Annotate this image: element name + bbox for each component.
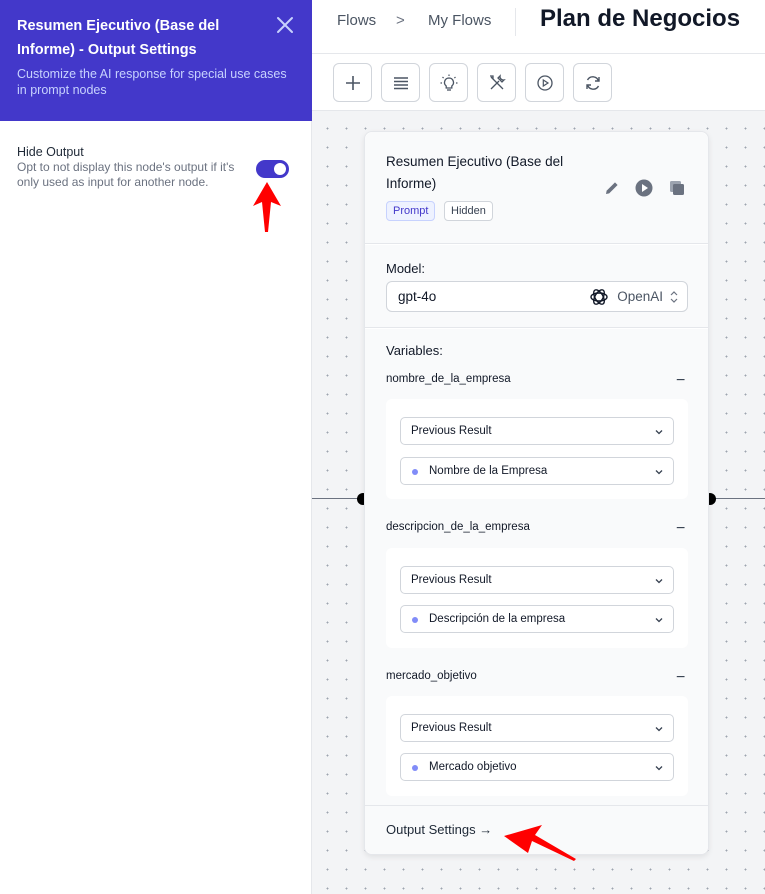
chevron-down-icon bbox=[655, 618, 663, 623]
value-dropdown[interactable]: Nombre de la Empresa bbox=[400, 457, 674, 485]
variable-box: Previous Result Descripción de la empres… bbox=[386, 548, 688, 648]
chevron-updown-icon bbox=[670, 291, 678, 303]
source-dropdown[interactable]: Previous Result bbox=[400, 566, 674, 594]
page-title: Plan de Negocios bbox=[540, 5, 741, 32]
model-provider: OpenAI bbox=[617, 289, 663, 304]
list-icon bbox=[393, 76, 408, 89]
panel-subtitle: Customize the AI response for special us… bbox=[17, 67, 287, 97]
openai-logo-icon bbox=[590, 289, 608, 305]
model-label: Model: bbox=[386, 261, 426, 276]
play-icon[interactable] bbox=[634, 178, 654, 198]
setting-title: Hide Output bbox=[17, 145, 84, 159]
refresh-icon bbox=[585, 75, 600, 90]
panel-title: Resumen Ejecutivo (Base del Informe) - O… bbox=[17, 18, 220, 58]
dot-icon bbox=[412, 469, 418, 475]
chevron-down-icon bbox=[655, 766, 663, 771]
chevron-down-icon bbox=[655, 470, 663, 475]
breadcrumb-separator: > bbox=[396, 12, 405, 29]
hide-output-toggle[interactable] bbox=[256, 160, 289, 178]
variables-label: Variables: bbox=[386, 343, 443, 358]
source-dropdown[interactable]: Previous Result bbox=[400, 417, 674, 445]
setting-description: Opt to not display this node's output if… bbox=[17, 160, 235, 189]
play-circle-icon bbox=[536, 74, 553, 91]
prompt-node[interactable]: Resumen Ejecutivo (Base del Informe) Pro… bbox=[364, 131, 709, 855]
variable-name: mercado_objetivo bbox=[386, 670, 477, 682]
list-button[interactable] bbox=[381, 63, 420, 102]
toggle-knob bbox=[274, 163, 286, 175]
source-dropdown[interactable]: Previous Result bbox=[400, 714, 674, 742]
annotation-arrow-up bbox=[253, 182, 281, 232]
breadcrumb-my-flows[interactable]: My Flows bbox=[428, 12, 491, 29]
model-value: gpt-4o bbox=[398, 289, 437, 304]
chevron-down-icon bbox=[655, 727, 663, 732]
run-button[interactable] bbox=[525, 63, 564, 102]
variable-box: Previous Result Nombre de la Empresa bbox=[386, 399, 688, 499]
dropdown-value: Mercado objetivo bbox=[429, 761, 517, 773]
node-header: Resumen Ejecutivo (Base del Informe) Pro… bbox=[365, 132, 708, 244]
dot-icon bbox=[412, 765, 418, 771]
output-settings-panel: Resumen Ejecutivo (Base del Informe) - O… bbox=[0, 0, 312, 894]
dropdown-value: Previous Result bbox=[411, 722, 492, 734]
dropdown-value: Descripción de la empresa bbox=[429, 613, 566, 625]
close-icon[interactable] bbox=[276, 16, 294, 34]
plus-icon bbox=[345, 75, 360, 90]
tools-button[interactable] bbox=[477, 63, 516, 102]
variable-name: nombre_de_la_empresa bbox=[386, 373, 511, 385]
collapse-button[interactable]: − bbox=[676, 521, 685, 537]
dropdown-value: Previous Result bbox=[411, 425, 492, 437]
dot-icon bbox=[412, 617, 418, 623]
duplicate-icon[interactable] bbox=[667, 178, 687, 198]
edit-icon[interactable] bbox=[602, 178, 622, 198]
output-settings-link[interactable]: Output Settings → bbox=[386, 822, 492, 837]
annotation-arrow-left bbox=[504, 825, 576, 861]
model-select[interactable]: gpt-4o OpenAI bbox=[386, 281, 688, 312]
dropdown-value: Nombre de la Empresa bbox=[429, 465, 548, 477]
lightbulb-icon bbox=[440, 74, 457, 91]
value-dropdown[interactable]: Descripción de la empresa bbox=[400, 605, 674, 633]
prompt-badge: Prompt bbox=[386, 201, 436, 221]
variable-name: descripcion_de_la_empresa bbox=[386, 521, 530, 533]
tools-icon bbox=[489, 73, 506, 89]
chevron-down-icon bbox=[655, 579, 663, 584]
collapse-button[interactable]: − bbox=[676, 373, 685, 389]
chevron-down-icon bbox=[655, 430, 663, 435]
add-node-button[interactable] bbox=[333, 63, 372, 102]
toolbar bbox=[312, 55, 765, 111]
top-bar: Flows > My Flows Plan de Negocios bbox=[312, 0, 765, 54]
divider bbox=[515, 8, 516, 36]
collapse-button[interactable]: − bbox=[676, 670, 685, 686]
hidden-badge: Hidden bbox=[444, 201, 493, 221]
ideas-button[interactable] bbox=[429, 63, 468, 102]
dropdown-value: Previous Result bbox=[411, 574, 492, 586]
panel-header: Resumen Ejecutivo (Base del Informe) - O… bbox=[0, 0, 312, 121]
node-title: Resumen Ejecutivo (Base del Informe) bbox=[386, 154, 564, 191]
refresh-button[interactable] bbox=[573, 63, 612, 102]
variable-box: Previous Result Mercado objetivo bbox=[386, 696, 688, 796]
outgoing-edge bbox=[710, 498, 765, 499]
value-dropdown[interactable]: Mercado objetivo bbox=[400, 753, 674, 781]
breadcrumb-flows[interactable]: Flows bbox=[337, 12, 376, 29]
